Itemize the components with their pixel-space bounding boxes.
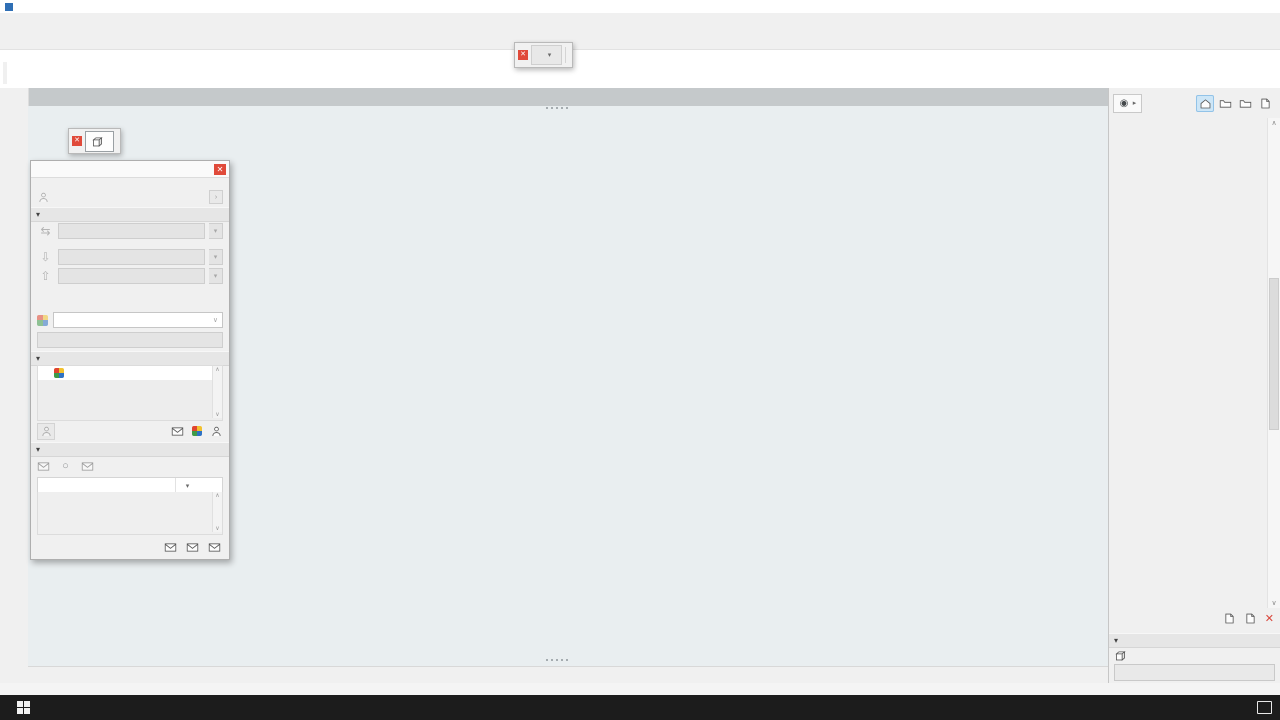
inbox-icon[interactable] bbox=[37, 460, 50, 473]
system-tray bbox=[1221, 695, 1280, 720]
windows-logo-icon bbox=[17, 701, 30, 714]
scrollbar-thumb[interactable] bbox=[1269, 278, 1279, 430]
expand-icon[interactable]: › bbox=[209, 190, 223, 204]
chevron-down-icon: ▾ bbox=[184, 482, 191, 490]
messages-col-when[interactable]: ▾ bbox=[176, 482, 222, 490]
reply-message-icon[interactable] bbox=[186, 541, 199, 554]
colored-workspaces-select[interactable]: ∨ bbox=[53, 312, 223, 328]
collapse-caret-icon: ▾ bbox=[36, 354, 40, 363]
quick-options-bar bbox=[28, 666, 1108, 683]
close-toolbar-icon[interactable]: ✕ bbox=[518, 50, 528, 60]
workspace-section-header[interactable]: ▾ bbox=[31, 207, 229, 222]
send-receive-button[interactable]: ▾ bbox=[531, 45, 562, 65]
scroll-down-icon[interactable]: ∨ bbox=[1268, 599, 1280, 607]
user-row[interactable] bbox=[38, 366, 222, 380]
user-colors-icon[interactable] bbox=[192, 426, 202, 436]
toolbox bbox=[0, 88, 29, 683]
project-chooser-icon: ◉ bbox=[1117, 96, 1131, 110]
users-list[interactable]: ∧∨ bbox=[37, 365, 223, 421]
settings-button[interactable] bbox=[1114, 664, 1275, 681]
dropdown-caret[interactable]: ▾ bbox=[546, 51, 553, 59]
maximize-button[interactable] bbox=[1220, 0, 1250, 13]
separator bbox=[565, 47, 566, 63]
clone-folder-icon[interactable] bbox=[1223, 612, 1236, 625]
standard-toolbar bbox=[0, 28, 1280, 50]
publisher-button[interactable] bbox=[1256, 95, 1274, 112]
navigator-tree bbox=[1109, 118, 1268, 608]
reserve-icon: ⇩ bbox=[37, 249, 54, 266]
navigator-panel: ◉ ▸ ∧ ∨ ✕ ▾ bbox=[1108, 88, 1280, 683]
3d-window-icon bbox=[91, 135, 104, 148]
person-icon bbox=[40, 425, 53, 438]
publisher-icon bbox=[1259, 97, 1272, 110]
colored-workspaces-icon bbox=[37, 315, 48, 326]
properties-section-header[interactable]: ▾ bbox=[1109, 633, 1280, 648]
release-icon: ⇧ bbox=[37, 268, 54, 285]
collapse-caret-icon: ▾ bbox=[36, 445, 40, 454]
teamwork-palette: ✕ › ▾ ⇆ ▾ ⇩ ▾ ⇧ ▾ bbox=[30, 160, 230, 560]
app-icon bbox=[5, 3, 13, 11]
messages-scrollbar[interactable]: ∧∨ bbox=[212, 492, 222, 532]
chevron-down-icon: ∨ bbox=[213, 316, 218, 324]
axonometry-icon bbox=[1114, 649, 1127, 662]
title-bar bbox=[0, 0, 1280, 13]
teamwork-toolbar: ✕ ▾ bbox=[514, 42, 573, 68]
user-color-icon bbox=[54, 368, 64, 378]
new-viewpoint-icon[interactable] bbox=[1244, 612, 1257, 625]
messages-col-from[interactable] bbox=[38, 478, 176, 493]
new-message-icon[interactable] bbox=[208, 541, 221, 554]
collapse-caret-icon: ▾ bbox=[1114, 636, 1118, 645]
send-receive-button[interactable] bbox=[58, 223, 205, 239]
status-bar bbox=[0, 683, 1280, 695]
layout-book-icon bbox=[1239, 97, 1252, 110]
tab-bar bbox=[28, 88, 1108, 106]
delete-icon[interactable]: ✕ bbox=[1265, 612, 1274, 625]
toolbar-dock-handle[interactable] bbox=[546, 107, 568, 109]
basic-toolbar bbox=[3, 62, 7, 84]
close-button[interactable] bbox=[1250, 0, 1280, 13]
users-scrollbar[interactable]: ∧∨ bbox=[212, 366, 222, 418]
scroll-up-icon[interactable]: ∧ bbox=[1268, 119, 1280, 127]
start-button[interactable] bbox=[0, 695, 46, 720]
action-center-icon[interactable] bbox=[1257, 701, 1272, 714]
3d-visualization-toolbar: ✕ bbox=[68, 128, 121, 154]
users-section-header[interactable]: ▾ bbox=[31, 351, 229, 366]
messages-section-header[interactable]: ▾ bbox=[31, 442, 229, 457]
palette-title-bar[interactable]: ✕ bbox=[31, 161, 229, 178]
navigator-scrollbar[interactable]: ∧ ∨ bbox=[1267, 118, 1280, 608]
archicad-window: ✕ ▾ ✕ ✕ › ▾ bbox=[0, 0, 1280, 720]
windows-taskbar bbox=[0, 695, 1280, 720]
close-toolbar-icon[interactable]: ✕ bbox=[72, 136, 82, 146]
chevron-right-icon: ▸ bbox=[1131, 99, 1138, 107]
user-profile-button[interactable] bbox=[37, 423, 55, 440]
open-message-icon[interactable] bbox=[164, 541, 177, 554]
layout-book-button[interactable] bbox=[1236, 95, 1254, 112]
dropdown-caret[interactable]: ▾ bbox=[209, 268, 223, 284]
send-receive-icon: ⇆ bbox=[37, 223, 54, 240]
user-settings-icon[interactable] bbox=[210, 425, 223, 438]
send-message-icon[interactable] bbox=[171, 425, 184, 438]
project-map-button[interactable] bbox=[1196, 95, 1214, 112]
close-icon[interactable]: ✕ bbox=[214, 164, 226, 175]
reserve-button[interactable] bbox=[58, 249, 205, 265]
collapse-caret-icon: ▾ bbox=[36, 210, 40, 219]
toolbar-dock-handle[interactable] bbox=[546, 659, 568, 661]
dropdown-caret[interactable]: ▾ bbox=[209, 223, 223, 239]
project-chooser-button[interactable]: ◉ ▸ bbox=[1113, 94, 1142, 113]
minimize-button[interactable] bbox=[1190, 0, 1220, 13]
offline-user-icon bbox=[37, 191, 50, 204]
messages-list[interactable]: ∧∨ bbox=[37, 492, 223, 535]
sent-icon[interactable] bbox=[81, 460, 94, 473]
my-workspace-button[interactable] bbox=[37, 332, 223, 348]
release-button[interactable] bbox=[58, 268, 205, 284]
view-map-button[interactable] bbox=[1216, 95, 1234, 112]
dropdown-caret[interactable]: ▾ bbox=[209, 249, 223, 265]
view-map-icon bbox=[1219, 97, 1232, 110]
3d-window-button[interactable] bbox=[85, 131, 114, 152]
pending-icon[interactable]: ○ bbox=[59, 460, 72, 473]
project-map-icon bbox=[1199, 97, 1212, 110]
menu-bar bbox=[0, 13, 1280, 28]
